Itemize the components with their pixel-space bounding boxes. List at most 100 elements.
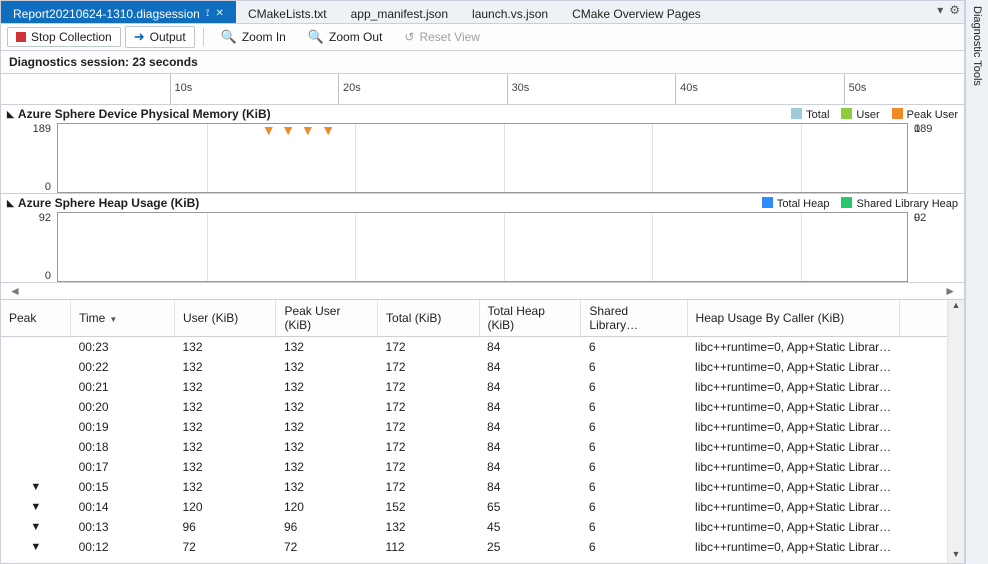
cell-peak-user: 132 <box>276 457 378 477</box>
cell-user: 132 <box>174 477 275 497</box>
legend-shared-lib-heap: Shared Library Heap <box>841 197 958 210</box>
cell-total: 112 <box>378 537 479 557</box>
zoom-in-button[interactable]: 🔍 Zoom In <box>212 26 295 48</box>
vertical-scrollbar[interactable]: ▲▼ <box>947 300 964 563</box>
cell-total: 132 <box>378 517 479 537</box>
table-row[interactable]: ▼00:14120120152656libc++runtime=0, App+S… <box>1 497 964 517</box>
cell-total: 172 <box>378 337 479 358</box>
peak-marker-cell: ▼ <box>1 497 71 517</box>
stop-collection-button[interactable]: Stop Collection <box>7 27 121 47</box>
timeline-scrollbar[interactable]: ◄► <box>1 283 964 300</box>
cell-user: 132 <box>174 397 275 417</box>
cell-caller: libc++runtime=0, App+Static Librar… <box>687 437 899 457</box>
tab-launch-json[interactable]: launch.vs.json <box>460 1 560 23</box>
collapse-icon[interactable]: ◣ <box>7 109 14 120</box>
scroll-down-icon: ▼ <box>948 549 964 563</box>
scroll-right-icon: ► <box>944 284 956 298</box>
table-row[interactable]: 00:23132132172846libc++runtime=0, App+St… <box>1 337 964 358</box>
col-peak-user[interactable]: Peak User (KiB) <box>276 300 378 337</box>
table-row[interactable]: ▼00:127272112256libc++runtime=0, App+Sta… <box>1 537 964 557</box>
table-row[interactable]: 00:22132132172846libc++runtime=0, App+St… <box>1 357 964 377</box>
cell-total: 172 <box>378 477 479 497</box>
table-row[interactable]: 00:20132132172846libc++runtime=0, App+St… <box>1 397 964 417</box>
table-row[interactable]: 00:19132132172846libc++runtime=0, App+St… <box>1 417 964 437</box>
col-total-heap[interactable]: Total Heap (KiB) <box>479 300 581 337</box>
cell-time: 00:21 <box>71 377 175 397</box>
cell-time: 00:18 <box>71 437 175 457</box>
table-row[interactable]: ▼00:15132132172846libc++runtime=0, App+S… <box>1 477 964 497</box>
cell-user: 120 <box>174 497 275 517</box>
arrow-right-icon: ➜ <box>134 29 145 45</box>
peak-marker-cell: ▼ <box>1 477 71 497</box>
pin-icon[interactable]: ⟟ <box>206 8 210 19</box>
gear-icon[interactable]: ⚙ <box>949 3 960 21</box>
window-dropdown-icon[interactable]: ▾ <box>937 3 943 21</box>
zoom-out-icon: 🔍 <box>308 29 324 45</box>
chart-heap-usage: ◣ Azure Sphere Heap Usage (KiB) Total He… <box>1 194 964 283</box>
cell-shared: 6 <box>581 357 687 377</box>
cell-shared: 6 <box>581 537 687 557</box>
table-row[interactable]: 00:17132132172846libc++runtime=0, App+St… <box>1 457 964 477</box>
cell-time: 00:13 <box>71 517 175 537</box>
plot-area[interactable]: ▼ ▼ ▼ ▼ <box>57 123 908 193</box>
output-button[interactable]: ➜ Output <box>125 26 195 48</box>
cell-caller: libc++runtime=0, App+Static Librar… <box>687 497 899 517</box>
cell-user: 132 <box>174 457 275 477</box>
cell-shared: 6 <box>581 497 687 517</box>
cell-time: 00:12 <box>71 537 175 557</box>
cell-shared: 6 <box>581 477 687 497</box>
event-marker-icon[interactable]: ▼ <box>281 123 295 138</box>
cell-shared: 6 <box>581 397 687 417</box>
cell-peak-user: 120 <box>276 497 378 517</box>
col-time[interactable]: Time▼ <box>71 300 175 337</box>
cell-total-heap: 84 <box>479 337 581 358</box>
diagnostic-tools-panel-tab[interactable]: Diagnostic Tools <box>965 0 988 564</box>
cell-total-heap: 84 <box>479 377 581 397</box>
cell-time: 00:15 <box>71 477 175 497</box>
col-total[interactable]: Total (KiB) <box>378 300 479 337</box>
tab-report-diagsession[interactable]: Report20210624-1310.diagsession ⟟ ✕ <box>1 1 236 23</box>
tab-app-manifest[interactable]: app_manifest.json <box>339 1 460 23</box>
cell-total: 172 <box>378 397 479 417</box>
session-duration-label: Diagnostics session: 23 seconds <box>1 51 964 74</box>
cell-shared: 6 <box>581 517 687 537</box>
plot-area[interactable] <box>57 212 908 282</box>
chart-physical-memory: ◣ Azure Sphere Device Physical Memory (K… <box>1 105 964 194</box>
col-shared-lib[interactable]: Shared Library… <box>581 300 687 337</box>
peak-marker-cell <box>1 457 71 477</box>
peak-marker-cell: ▼ <box>1 517 71 537</box>
cell-shared: 6 <box>581 417 687 437</box>
col-user[interactable]: User (KiB) <box>174 300 275 337</box>
event-marker-icon[interactable]: ▼ <box>301 123 315 138</box>
table-row[interactable]: 00:21132132172846libc++runtime=0, App+St… <box>1 377 964 397</box>
event-marker-icon[interactable]: ▼ <box>321 123 335 138</box>
peak-marker-cell <box>1 377 71 397</box>
table-row[interactable]: 00:18132132172846libc++runtime=0, App+St… <box>1 437 964 457</box>
cell-caller: libc++runtime=0, App+Static Librar… <box>687 417 899 437</box>
table-row[interactable]: ▼00:139696132456libc++runtime=0, App+Sta… <box>1 517 964 537</box>
cell-caller: libc++runtime=0, App+Static Librar… <box>687 397 899 417</box>
cell-caller: libc++runtime=0, App+Static Librar… <box>687 337 899 358</box>
collapse-icon[interactable]: ◣ <box>7 198 14 209</box>
cell-user: 96 <box>174 517 275 537</box>
cell-peak-user: 132 <box>276 437 378 457</box>
cell-peak-user: 132 <box>276 477 378 497</box>
cell-shared: 6 <box>581 437 687 457</box>
timeline-ruler[interactable]: 10s 20s 30s 40s 50s <box>1 74 964 105</box>
reset-view-button[interactable]: ↺ Reset View <box>395 27 489 47</box>
zoom-in-icon: 🔍 <box>221 29 237 45</box>
tab-cmake-overview[interactable]: CMake Overview Pages <box>560 1 713 23</box>
cell-peak-user: 132 <box>276 417 378 437</box>
close-icon[interactable]: ✕ <box>216 8 224 19</box>
tab-cmakelists[interactable]: CMakeLists.txt <box>236 1 339 23</box>
chart-title: Azure Sphere Device Physical Memory (KiB… <box>18 107 271 121</box>
col-peak[interactable]: Peak <box>1 300 71 337</box>
legend-user: User <box>841 108 879 121</box>
event-marker-icon[interactable]: ▼ <box>262 123 276 138</box>
cell-caller: libc++runtime=0, App+Static Librar… <box>687 357 899 377</box>
cell-total-heap: 45 <box>479 517 581 537</box>
col-heap-caller[interactable]: Heap Usage By Caller (KiB) <box>687 300 899 337</box>
reset-icon: ↺ <box>404 30 414 44</box>
zoom-out-button[interactable]: 🔍 Zoom Out <box>299 26 392 48</box>
cell-peak-user: 132 <box>276 377 378 397</box>
